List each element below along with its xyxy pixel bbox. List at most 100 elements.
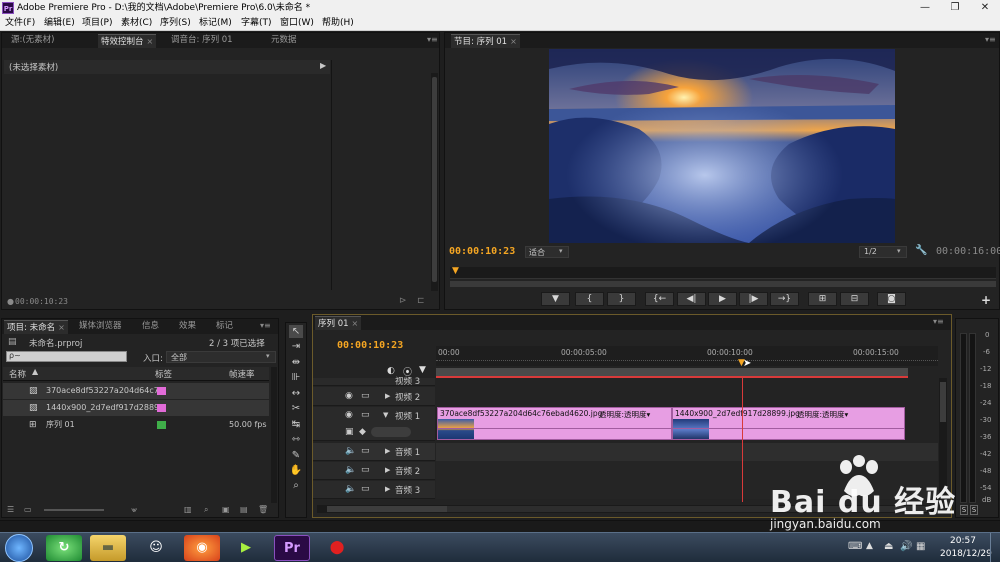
lock-icon[interactable]: ▭ <box>361 446 370 456</box>
column-label[interactable]: 标签 <box>155 368 172 380</box>
premiere-taskbar-icon[interactable]: Pr <box>274 535 310 561</box>
track-audio-3[interactable]: 🔈 ▭ ▶ 音频 3 <box>313 481 435 499</box>
menu-title[interactable]: 字幕(T) <box>241 17 272 29</box>
expand-arrow-icon[interactable]: ▶ <box>385 485 390 493</box>
scrollbar-thumb[interactable] <box>940 382 946 422</box>
zoom-scroll-bar[interactable] <box>450 281 996 287</box>
video-clip[interactable]: 370ace8df53227a204d64c76ebad4620.jpg 透明度… <box>437 407 672 440</box>
volume-icon[interactable]: 🔊 <box>900 541 912 552</box>
tab-audio-mixer[interactable]: 调音台: 序列 01 <box>168 34 236 48</box>
razor-tool-icon[interactable]: ✂ <box>289 402 303 415</box>
tab-program[interactable]: 节目: 序列 01 × <box>451 34 520 48</box>
tab-metadata[interactable]: 元数据 <box>268 34 300 48</box>
tray-arrow-icon[interactable]: ▲ <box>866 541 873 551</box>
export-icon[interactable]: ⊳ <box>399 296 407 306</box>
menu-edit[interactable]: 编辑(E) <box>44 17 75 29</box>
add-marker-icon[interactable]: ▼ <box>419 365 426 375</box>
panel-menu-icon[interactable]: ▾≡ <box>260 321 271 330</box>
display-style-icon[interactable]: ▣ <box>345 427 354 437</box>
folder-icon[interactable]: ▣ <box>222 505 230 514</box>
menu-clip[interactable]: 素材(C) <box>121 17 152 29</box>
work-area-bar[interactable] <box>436 368 908 378</box>
tab-sequence[interactable]: 序列 01 × <box>315 316 362 330</box>
start-button[interactable] <box>5 534 33 562</box>
play-button[interactable]: ▶ <box>708 292 737 306</box>
lock-icon[interactable]: ▭ <box>361 410 370 420</box>
zoom-slider[interactable] <box>44 509 104 511</box>
vertical-scrollbar[interactable] <box>431 73 438 291</box>
column-frame-rate[interactable]: 帧速率 <box>229 368 255 380</box>
ripple-edit-tool-icon[interactable]: ⇹ <box>289 356 303 369</box>
menu-sequence[interactable]: 序列(S) <box>160 17 191 29</box>
slip-tool-icon[interactable]: ↹ <box>289 418 303 431</box>
keyframe-icon[interactable]: ◆ <box>359 427 366 437</box>
speaker-icon[interactable]: 🔈 <box>345 484 356 494</box>
pen-tool-icon[interactable]: ✎ <box>289 449 303 462</box>
solo-right-button[interactable]: S <box>970 505 978 515</box>
export-frame-button[interactable]: ◙ <box>877 292 906 306</box>
tab-markers[interactable]: 标记 <box>213 320 236 334</box>
add-button[interactable]: + <box>981 293 991 307</box>
panel-menu-icon[interactable]: ▾≡ <box>933 317 944 326</box>
close-icon[interactable]: × <box>352 319 359 328</box>
track-select-tool-icon[interactable]: ⇥ <box>289 340 303 353</box>
slide-tool-icon[interactable]: ⇿ <box>289 433 303 446</box>
mark-out-button[interactable]: } <box>607 292 636 306</box>
expand-arrow-icon[interactable]: ▶ <box>320 61 326 70</box>
expand-arrow-icon[interactable]: ▶ <box>385 466 390 474</box>
clock-time[interactable]: 20:57 <box>950 536 976 546</box>
hand-tool-icon[interactable]: ✋ <box>289 464 303 477</box>
tab-media-browser[interactable]: 媒体浏览器 <box>76 320 125 334</box>
menu-window[interactable]: 窗口(W) <box>280 17 314 29</box>
app-360-icon[interactable]: ↻ <box>46 535 82 561</box>
project-item-row[interactable]: ▧ 1440x900_2d7edf917d28899 <box>3 400 269 416</box>
lift-button[interactable]: ⊞ <box>808 292 837 306</box>
lock-icon[interactable]: ▭ <box>361 484 370 494</box>
wrench-icon[interactable]: 🔧 <box>915 245 927 256</box>
camtasia-icon[interactable]: ▶ <box>228 535 264 561</box>
track-video-3[interactable]: 视频 3 <box>313 377 435 387</box>
tab-effects[interactable]: 效果 <box>176 320 199 334</box>
close-icon[interactable]: × <box>58 323 65 332</box>
step-forward-button[interactable]: |▶ <box>739 292 768 306</box>
qq-icon[interactable]: ☺ <box>138 535 174 561</box>
menu-marker[interactable]: 标记(M) <box>199 17 232 29</box>
zoom-tool-icon[interactable]: ⌕ <box>289 479 303 492</box>
list-view-icon[interactable]: ☰ <box>7 505 14 514</box>
clip-opacity-menu[interactable]: 透明度:透明度▾ <box>599 409 650 420</box>
program-scrub-bar[interactable]: ▼ <box>450 266 996 279</box>
add-marker-button[interactable]: ▼ <box>541 292 570 306</box>
lock-icon[interactable]: ▭ <box>361 465 370 475</box>
menu-project[interactable]: 项目(P) <box>82 17 112 29</box>
project-item-row[interactable]: ▧ 370ace8df53227a204d64c7 <box>3 383 269 399</box>
scrollbar-thumb[interactable] <box>327 506 447 512</box>
recorder-icon[interactable]: ⬤ <box>319 535 355 561</box>
eye-icon[interactable]: ◉ <box>345 410 353 420</box>
selection-tool-icon[interactable]: ↖ <box>289 325 303 338</box>
tab-effect-controls[interactable]: 特效控制台 × <box>98 34 157 48</box>
lock-icon[interactable]: ▭ <box>361 391 370 401</box>
scrollbar-thumb[interactable] <box>432 77 437 282</box>
go-to-in-button[interactable]: {← <box>645 292 674 306</box>
speaker-icon[interactable]: 🔈 <box>345 465 356 475</box>
tab-info[interactable]: 信息 <box>139 320 162 334</box>
close-icon[interactable]: × <box>510 37 517 46</box>
extract-button[interactable]: ⊟ <box>840 292 869 306</box>
menu-help[interactable]: 帮助(H) <box>322 17 354 29</box>
show-desktop-button[interactable] <box>990 533 1000 562</box>
network-icon[interactable]: ▦ <box>916 541 925 552</box>
menu-file[interactable]: 文件(F) <box>5 17 35 29</box>
bin-icon[interactable]: ▥ <box>184 505 192 514</box>
keyframe-nav[interactable] <box>371 427 411 437</box>
expand-arrow-icon[interactable]: ▶ <box>385 392 390 400</box>
sort-ascending-icon[interactable]: ▲ <box>32 367 38 376</box>
timeline-current-time[interactable]: 00:00:10:23 <box>337 340 403 351</box>
track-audio-2[interactable]: 🔈 ▭ ▶ 音频 2 <box>313 462 435 480</box>
track-audio-1[interactable]: 🔈 ▭ ▶ 音频 1 <box>313 443 435 461</box>
solo-left-button[interactable]: S <box>960 505 968 515</box>
find-icon[interactable]: ⌕ <box>204 505 208 515</box>
in-dropdown[interactable]: 全部 ▾ <box>166 351 276 363</box>
time-ruler[interactable]: 00:00 00:00:05:00 00:00:10:00 00:00:15:0… <box>436 346 938 366</box>
column-name[interactable]: 名称 <box>9 368 26 380</box>
project-item-row[interactable]: ⊞ 序列 01 50.00 fps <box>3 417 269 433</box>
